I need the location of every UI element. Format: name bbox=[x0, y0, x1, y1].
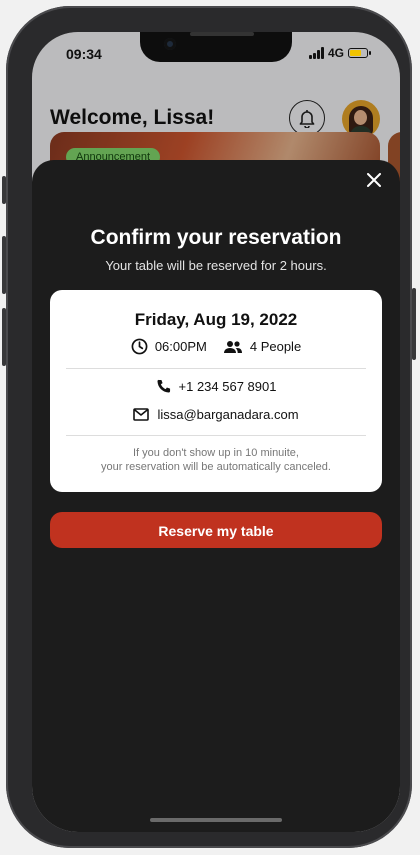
people-icon bbox=[223, 340, 242, 353]
front-camera bbox=[164, 38, 176, 50]
modal-title: Confirm your reservation bbox=[90, 226, 342, 249]
screen: 09:34 4G Welcome, Lissa! Announcement Co… bbox=[32, 32, 400, 832]
close-button[interactable] bbox=[364, 170, 384, 190]
mail-icon bbox=[133, 408, 150, 421]
battery-level bbox=[350, 50, 361, 56]
volume-down-button bbox=[2, 308, 6, 366]
mute-switch bbox=[2, 176, 6, 204]
phone-number: +1 234 567 8901 bbox=[178, 379, 277, 394]
party-size: 4 People bbox=[249, 339, 302, 354]
cancellation-note: If you don't show up in 10 minuite, your… bbox=[101, 447, 331, 473]
reservation-details-card: Friday, Aug 19, 2022 06:00PM 4 People +1… bbox=[50, 290, 382, 492]
battery-icon bbox=[348, 48, 371, 58]
email-address: lissa@barganadara.com bbox=[157, 407, 299, 422]
signal-icon bbox=[308, 47, 324, 59]
reservation-date: Friday, Aug 19, 2022 bbox=[134, 310, 298, 329]
email-row: lissa@barganadara.com bbox=[50, 407, 382, 422]
clock-icon bbox=[131, 338, 148, 355]
phone-row: +1 234 567 8901 bbox=[50, 379, 382, 394]
network-label: 4G bbox=[327, 46, 344, 60]
reservation-time: 06:00PM bbox=[154, 339, 207, 354]
status-time: 09:34 bbox=[66, 46, 102, 62]
reserve-table-button[interactable]: Reserve my table bbox=[50, 512, 382, 548]
divider bbox=[66, 435, 366, 436]
close-icon bbox=[367, 173, 381, 187]
divider bbox=[66, 368, 366, 369]
volume-up-button bbox=[2, 236, 6, 294]
time-people-row: 06:00PM 4 People bbox=[50, 338, 382, 355]
phone-icon bbox=[157, 379, 170, 393]
power-button bbox=[412, 288, 416, 360]
notch bbox=[140, 32, 292, 62]
phone-frame: 09:34 4G Welcome, Lissa! Announcement Co… bbox=[2, 6, 416, 848]
reservation-sheet: Confirm your reservation Your table will… bbox=[32, 160, 400, 832]
home-indicator bbox=[150, 818, 282, 822]
status-indicators: 4G bbox=[308, 46, 371, 60]
modal-subtitle: Your table will be reserved for 2 hours. bbox=[105, 258, 327, 273]
speaker bbox=[190, 32, 254, 36]
